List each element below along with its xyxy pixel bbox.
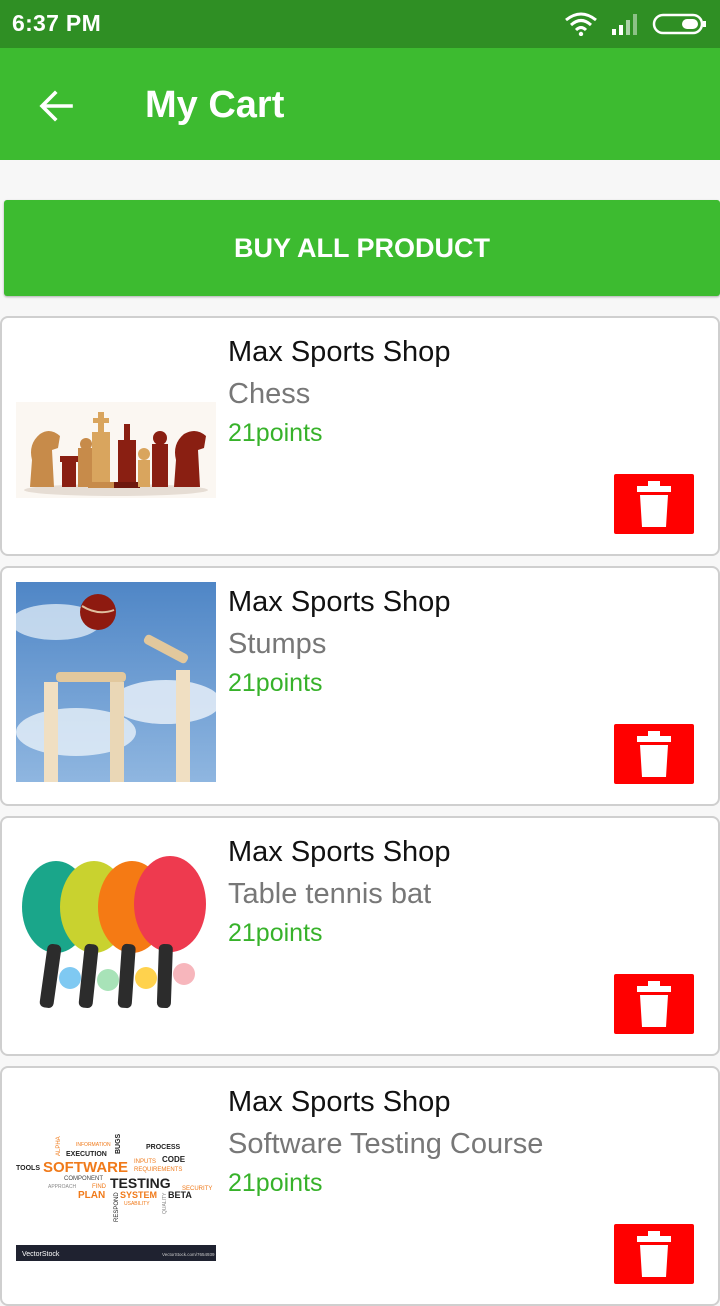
word-component: COMPONENT <box>64 1176 103 1182</box>
page-title: My Cart <box>145 84 285 126</box>
word-information: INFORMATION <box>76 1142 111 1148</box>
word-approach: APPROACH <box>48 1184 76 1190</box>
buy-all-button[interactable]: BUY ALL PRODUCT <box>4 200 720 296</box>
status-icons <box>564 11 708 37</box>
word-testing: TESTING <box>110 1175 171 1191</box>
delete-button[interactable] <box>614 1224 694 1284</box>
shop-name: Max Sports Shop <box>228 1086 451 1118</box>
product-points: 21points <box>228 1169 323 1197</box>
signal-icon <box>612 14 637 35</box>
word-software: SOFTWARE <box>43 1159 128 1176</box>
word-plan: PLAN <box>78 1190 105 1201</box>
product-name: Chess <box>228 378 311 410</box>
shop-name: Max Sports Shop <box>228 586 451 618</box>
status-time: 6:37 PM <box>12 10 102 36</box>
arrow-left-icon <box>39 90 73 122</box>
vectorstock-url: VectorStock.com/7654939 <box>162 1252 215 1257</box>
cart-item-card: Max Sports Shop Chess 21points <box>0 316 720 556</box>
cart-item-card: Max Sports Shop Table tennis bat 21point… <box>0 816 720 1056</box>
word-inputs: INPUTS <box>134 1159 156 1165</box>
status-bar: 6:37 PM <box>0 0 720 48</box>
product-points: 21points <box>228 919 323 947</box>
product-image-table-tennis <box>16 832 216 1032</box>
back-button[interactable] <box>30 80 82 132</box>
word-tools: TOOLS <box>16 1165 40 1172</box>
product-name: Table tennis bat <box>228 878 432 910</box>
shop-name: Max Sports Shop <box>228 836 451 868</box>
app-bar: My Cart <box>0 48 720 160</box>
word-beta: BETA <box>168 1190 192 1200</box>
word-respond: RESPOND <box>114 1192 120 1222</box>
delete-button[interactable] <box>614 724 694 784</box>
trash-icon <box>637 731 671 777</box>
shop-name: Max Sports Shop <box>228 336 451 368</box>
word-alpha: ALPHA <box>56 1136 62 1156</box>
product-name: Software Testing Course <box>228 1128 544 1160</box>
product-points: 21points <box>228 419 323 447</box>
trash-icon <box>637 981 671 1027</box>
word-bugs: BUGS <box>115 1133 122 1154</box>
word-quality: QUALITY <box>162 1192 168 1214</box>
delete-button[interactable] <box>614 974 694 1034</box>
product-image-software-testing: ALPHA INFORMATION BUGS PROCESS EXECUTION… <box>16 1082 216 1282</box>
delete-button[interactable] <box>614 474 694 534</box>
product-points: 21points <box>228 669 323 697</box>
word-system: SYSTEM <box>120 1190 157 1200</box>
product-image-stumps <box>16 582 216 782</box>
word-code: CODE <box>162 1155 186 1164</box>
trash-icon <box>637 1231 671 1277</box>
trash-icon <box>637 481 671 527</box>
word-requirements: REQUIREMENTS <box>134 1167 182 1173</box>
word-execution: EXECUTION <box>66 1151 107 1158</box>
product-image-chess <box>16 332 216 532</box>
word-process: PROCESS <box>146 1144 181 1151</box>
product-name: Stumps <box>228 628 327 660</box>
cart-item-card: ALPHA INFORMATION BUGS PROCESS EXECUTION… <box>0 1066 720 1306</box>
vectorstock-label: VectorStock <box>22 1251 60 1258</box>
wifi-icon <box>565 12 597 36</box>
word-usability: USABILITY <box>124 1201 150 1207</box>
battery-icon <box>652 13 706 35</box>
cart-item-card: Max Sports Shop Stumps 21points <box>0 566 720 806</box>
